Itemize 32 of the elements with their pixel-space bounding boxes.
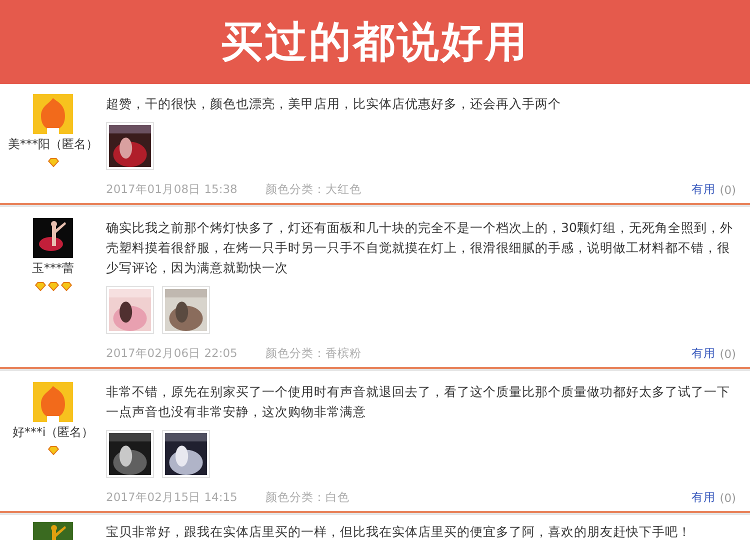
review-date: 2017年01月08日 15:38 [106,182,238,197]
username: 好***i（匿名） [12,424,94,441]
banner-title: 买过的都说好用 [221,16,529,68]
review-text: 宝贝非常好，跟我在实体店里买的一样，但比我在实体店里买的便宜多了阿，喜欢的朋友赶快下手吧！ [106,523,692,540]
photo-thumbnail[interactable] [106,286,154,334]
review-date: 2017年02月06日 22:05 [106,346,238,361]
helpful-count: (0) [720,182,736,196]
helpful-count: (0) [720,490,736,504]
color-variant: 颜色分类：香槟粉 [265,346,362,361]
photo-thumbnail[interactable] [106,430,154,478]
username: 美***阳（匿名） [8,136,98,153]
review-text: 超赞，干的很快，颜色也漂亮，美甲店用，比实体店优惠好多，还会再入手两个 [106,95,562,113]
diamond-icon [48,282,58,291]
avatar [33,94,73,134]
diamond-icon [60,282,72,291]
photo-thumbnail[interactable] [162,430,210,478]
helpful-link[interactable]: 有用 [692,182,716,197]
username: 玉***蕾 [32,260,74,277]
diamond-icon [34,282,46,291]
diamond-icon [48,158,58,167]
review-text: 确实比我之前那个烤灯快多了，灯还有面板和几十块的完全不是一个档次上的，30颗灯组，无死角全照到，外壳塑料摸着很舒服，在烤一只手时另一只手不自觉就摸在灯上，很滑很细腻的手感，说明做工材料都不错，很少写评论，因为满意就勤快一次 [106,219,734,277]
helpful-count: (0) [720,346,736,360]
avatar [33,382,73,422]
color-variant: 颜色分类：白色 [265,490,350,505]
helpful-link[interactable]: 有用 [692,346,716,361]
color-variant: 颜色分类：大红色 [265,182,362,197]
photo-thumbnail[interactable] [162,286,210,334]
review-date: 2017年02月15日 14:15 [106,490,238,505]
photo-thumbnail[interactable] [106,122,154,170]
diamond-icon [48,446,58,455]
helpful-link[interactable]: 有用 [692,490,716,505]
review-text: 非常不错，原先在别家买了一个使用时有声音就退回去了，看了这个质量比那个质量做功都好太多了试了一下一点声音也没有非常安静，这次购物非常满意 [106,383,731,421]
